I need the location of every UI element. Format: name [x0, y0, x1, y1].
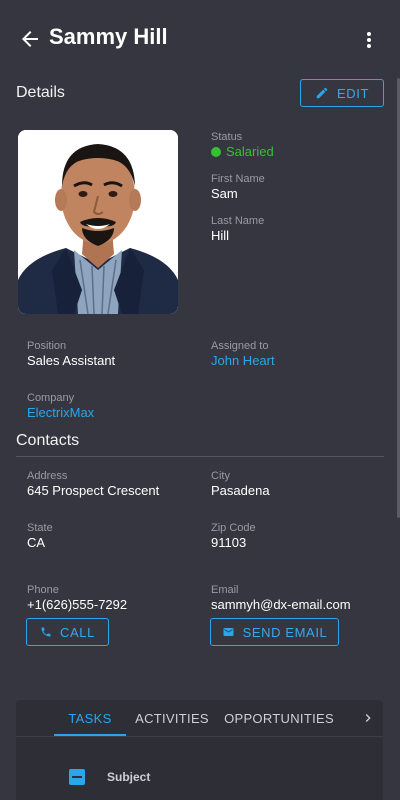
- last-name-value: Hill: [211, 228, 230, 243]
- more-vertical-icon: [367, 32, 371, 48]
- contacts-divider: [16, 456, 384, 457]
- arrow-left-icon: [22, 31, 38, 47]
- zip-label: Zip Code: [211, 522, 256, 534]
- company-link[interactable]: ElectrixMax: [27, 405, 94, 420]
- address-value: 645 Prospect Crescent: [27, 483, 160, 498]
- app-header: Sammy Hill: [0, 0, 400, 78]
- phone-value: +1(626)555-7292: [27, 597, 128, 612]
- related-tabs-panel: TASKS ACTIVITIES OPPORTUNITIES Subject: [16, 700, 383, 800]
- phone-label: Phone: [27, 584, 59, 596]
- position-label: Position: [27, 340, 67, 352]
- tab-activities[interactable]: ACTIVITIES: [131, 700, 213, 736]
- tab-tasks[interactable]: TASKS: [54, 700, 126, 736]
- company-label: Company: [27, 392, 75, 404]
- call-button-label: CALL: [60, 624, 95, 640]
- status-label: Status: [211, 131, 243, 143]
- phone-icon: [40, 626, 52, 638]
- select-all-checkbox[interactable]: [69, 769, 85, 785]
- tab-opportunities[interactable]: OPPORTUNITIES: [222, 700, 336, 736]
- page-title: Sammy Hill: [49, 24, 168, 49]
- tabs-divider: [16, 736, 383, 737]
- email-icon: [222, 626, 235, 638]
- more-menu-button[interactable]: [357, 28, 381, 52]
- status-dot-icon: [211, 146, 221, 157]
- edit-button[interactable]: EDIT: [300, 79, 384, 107]
- send-email-button-label: SEND EMAIL: [242, 624, 328, 640]
- pencil-icon: [315, 86, 329, 100]
- city-label: City: [211, 470, 230, 482]
- assigned-link[interactable]: John Heart: [211, 353, 275, 368]
- state-value: CA: [27, 535, 46, 550]
- call-button[interactable]: CALL: [26, 618, 109, 646]
- details-section-title: Details: [16, 84, 65, 101]
- subject-column-header[interactable]: Subject: [107, 770, 150, 784]
- status-value: Salaried: [226, 144, 274, 159]
- first-name-label: First Name: [211, 173, 265, 185]
- city-value: Pasadena: [211, 483, 270, 498]
- email-label: Email: [211, 584, 239, 596]
- back-button[interactable]: [18, 27, 42, 51]
- assigned-label: Assigned to: [211, 340, 269, 352]
- indeterminate-icon: [72, 776, 82, 778]
- first-name-value: Sam: [211, 186, 238, 201]
- send-email-button[interactable]: SEND EMAIL: [210, 618, 339, 646]
- state-label: State: [27, 522, 53, 534]
- contacts-section-title: Contacts: [16, 432, 80, 449]
- position-value: Sales Assistant: [27, 353, 116, 368]
- person-photo: [18, 130, 178, 314]
- edit-button-label: EDIT: [336, 85, 369, 101]
- chevron-right-icon: [365, 714, 371, 722]
- avatar: [18, 130, 178, 314]
- tabs-scroll-right-button[interactable]: [356, 700, 380, 736]
- zip-value: 91103: [211, 535, 247, 550]
- last-name-label: Last Name: [211, 215, 265, 227]
- address-label: Address: [27, 470, 68, 482]
- email-value: sammyh@dx-email.com: [211, 597, 351, 612]
- status-badge: Salaried: [211, 144, 274, 159]
